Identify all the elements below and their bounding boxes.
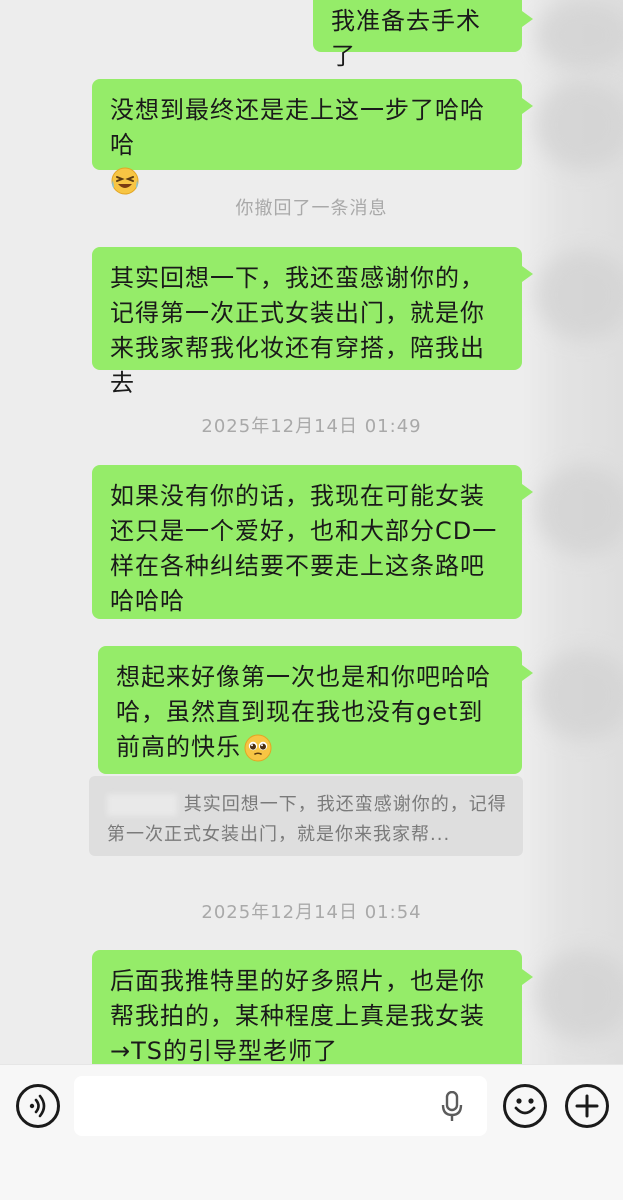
blurred-avatar: [536, 465, 623, 555]
blurred-avatar: [536, 650, 623, 740]
blurred-avatar: [536, 950, 623, 1040]
message-text: 后面我推特里的好多照片，也是你帮我拍的，某种程度上真是我女装→TS的引导型老师了: [110, 967, 485, 1064]
input-toolbar: [0, 1064, 623, 1200]
timestamp: 2025年12月14日 01:49: [201, 416, 422, 437]
message-text: 没想到最终还是走上这一步了哈哈哈: [110, 96, 485, 159]
message-text: 想起来好像第一次也是和你吧哈哈哈，虽然直到现在我也没有get到前高的快乐: [116, 663, 491, 761]
chat-area[interactable]: 我准备去手术了 没想到最终还是走上这一步了哈哈哈 你撤回了一条消息 其实回想一下…: [0, 0, 623, 1064]
message-text: 其实回想一下，我还蛮感谢你的，记得第一次正式女装出门，就是你来我家帮我化妆还有穿…: [110, 264, 485, 397]
message-bubble[interactable]: 想起来好像第一次也是和你吧哈哈哈，虽然直到现在我也没有get到前高的快乐: [98, 646, 533, 774]
pleading-face-emoji-icon: [243, 733, 273, 763]
message-input[interactable]: [74, 1076, 487, 1136]
microphone-icon[interactable]: [441, 1091, 463, 1123]
voice-icon[interactable]: [16, 1084, 60, 1128]
message-bubble[interactable]: 我准备去手术了: [313, 0, 533, 70]
blurred-sender-name: [107, 794, 177, 816]
message-bubble[interactable]: 如果没有你的话，我现在可能女装还只是一个爱好，也和大部分CD一样在各种纠结要不要…: [92, 465, 533, 619]
message-bubble[interactable]: 其实回想一下，我还蛮感谢你的，记得第一次正式女装出门，就是你来我家帮我化妆还有穿…: [92, 247, 533, 397]
recall-notice: 你撤回了一条消息: [235, 198, 388, 219]
blurred-avatar: [536, 80, 623, 170]
message-bubble[interactable]: 后面我推特里的好多照片，也是你帮我拍的，某种程度上真是我女装→TS的引导型老师了: [92, 950, 533, 1064]
message-bubble[interactable]: 没想到最终还是走上这一步了哈哈哈: [92, 79, 533, 195]
plus-icon[interactable]: [565, 1084, 609, 1128]
message-text: 如果没有你的话，我现在可能女装还只是一个爱好，也和大部分CD一样在各种纠结要不要…: [110, 482, 498, 615]
emoji-icon[interactable]: [503, 1084, 547, 1128]
blurred-avatar: [536, 0, 623, 70]
quoted-message[interactable]: 其实回想一下，我还蛮感谢你的，记得第一次正式女装出门，就是你来我家帮...: [89, 776, 523, 856]
laughing-sweat-emoji-icon: [110, 166, 140, 196]
timestamp: 2025年12月14日 01:54: [201, 902, 422, 923]
blurred-avatar: [536, 250, 623, 340]
message-text: 我准备去手术了: [331, 7, 481, 70]
